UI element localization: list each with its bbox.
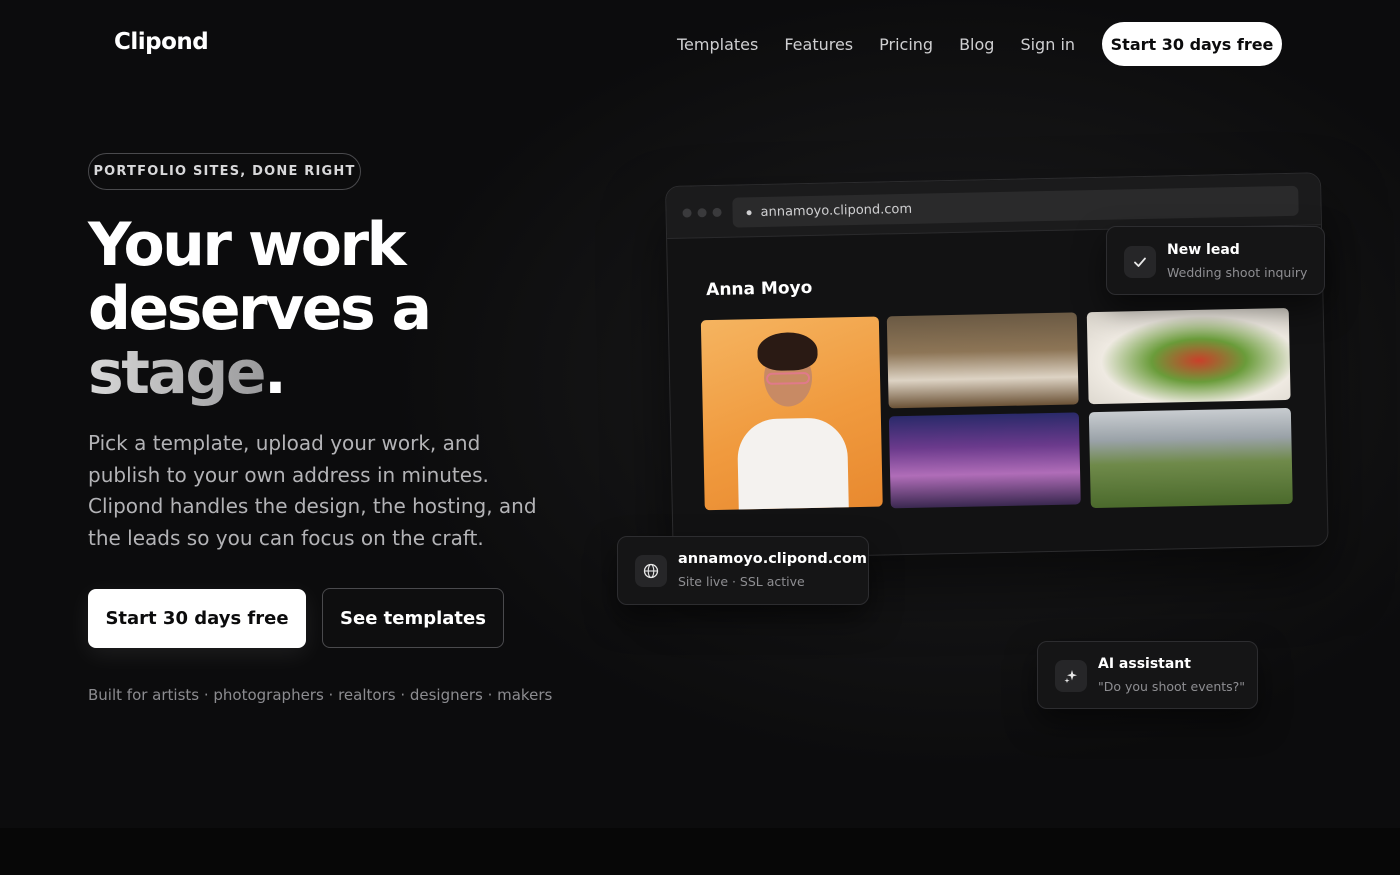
check-icon <box>1124 246 1156 278</box>
see-templates-button[interactable]: See templates <box>322 588 504 648</box>
hero-description: Pick a template, upload your work, and p… <box>88 431 537 550</box>
ai-assistant-title: AI assistant <box>1098 656 1191 672</box>
headline-line-1: Your work <box>88 210 407 280</box>
audience-tagline: Built for artists · photographers · real… <box>88 686 553 704</box>
nav-link-features[interactable]: Features <box>784 35 853 54</box>
gallery-image-event <box>888 412 1081 509</box>
headline-line-2: deserves a <box>88 274 432 344</box>
portfolio-site-title: Anna Moyo <box>705 277 813 301</box>
nav-link-blog[interactable]: Blog <box>959 35 994 54</box>
nav-link-templates[interactable]: Templates <box>677 35 758 54</box>
gallery-image-portrait <box>700 316 883 511</box>
hero-headline: Your work deserves a stage. <box>88 213 588 405</box>
headline-period: . <box>264 338 287 408</box>
site-live-card: annamoyo.clipond.com Site live · SSL act… <box>617 536 869 605</box>
site-live-title: annamoyo.clipond.com <box>678 551 867 567</box>
start-free-button[interactable]: Start 30 days free <box>88 589 306 648</box>
headline-highlight: stage <box>88 338 267 408</box>
site-live-subtitle: Site live · SSL active <box>678 574 805 589</box>
new-lead-subtitle: Wedding shoot inquiry <box>1167 265 1308 280</box>
address-bar: annamoyo.clipond.com <box>732 185 1299 228</box>
lock-dot-icon <box>746 209 752 215</box>
headline-line-3: stage. <box>88 341 588 405</box>
next-section-edge <box>0 828 1400 875</box>
new-lead-card: New lead Wedding shoot inquiry <box>1106 226 1325 295</box>
nav-link-sign-in[interactable]: Sign in <box>1020 35 1075 54</box>
window-controls <box>682 207 727 218</box>
new-lead-title: New lead <box>1167 242 1240 258</box>
eyebrow-badge: PORTFOLIO SITES, DONE RIGHT <box>88 153 361 190</box>
gallery-image-salad <box>1086 307 1291 405</box>
gallery-image-house <box>1088 407 1293 509</box>
gallery-image-banquet-hall <box>886 312 1079 409</box>
address-bar-url: annamoyo.clipond.com <box>760 201 913 220</box>
ai-assistant-card: AI assistant "Do you shoot events?" <box>1037 641 1258 709</box>
globe-icon <box>635 555 667 587</box>
sparkle-icon <box>1055 660 1087 692</box>
top-nav: Templates Features Pricing Blog Sign in … <box>677 22 1283 66</box>
ai-assistant-subtitle: "Do you shoot events?" <box>1098 679 1246 694</box>
nav-start-free-button[interactable]: Start 30 days free <box>1102 22 1283 66</box>
portfolio-gallery <box>700 307 1295 516</box>
nav-link-pricing[interactable]: Pricing <box>879 35 933 54</box>
brand-logo[interactable]: Clipond <box>114 29 209 55</box>
